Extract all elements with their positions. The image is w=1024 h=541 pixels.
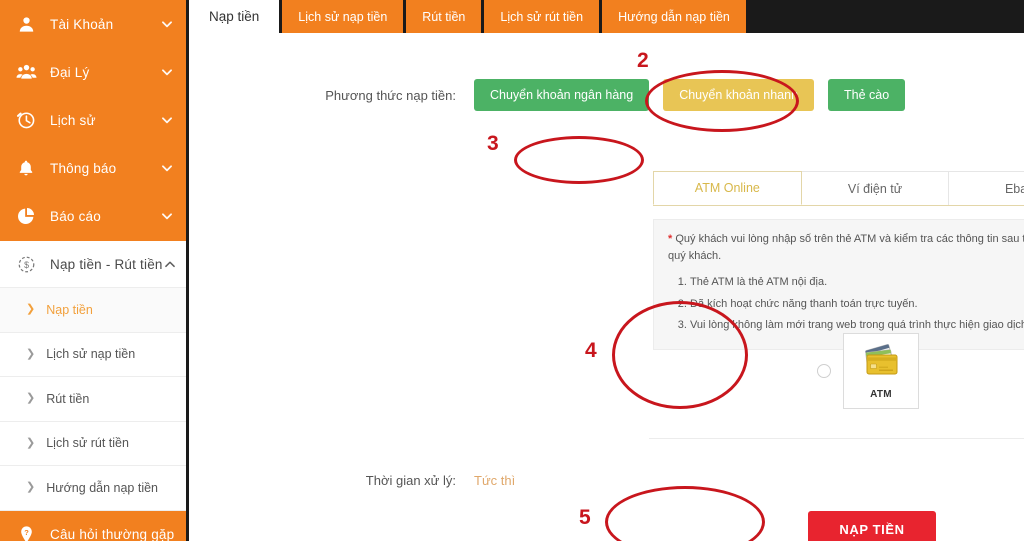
chevron-down-icon — [160, 209, 174, 223]
notice-headline-text: Quý khách vui lòng nhập số trên thẻ ATM … — [668, 233, 1024, 263]
annotation-number-5: 5 — [579, 506, 591, 529]
subtab-label: Ebank — [1004, 181, 1024, 196]
sidebar-item-dai-ly[interactable]: Đại Lý — [0, 48, 186, 96]
tab-label: Rút tiền — [422, 9, 466, 24]
chevron-down-icon — [160, 65, 174, 79]
atm-online-subtab[interactable]: ATM Online — [653, 171, 802, 205]
user-icon — [14, 12, 38, 36]
chevron-right-icon: ❯ — [26, 303, 36, 316]
clock-history-icon — [14, 108, 38, 132]
atm-radio-button[interactable] — [817, 364, 831, 378]
payment-method-label: Phương thức nạp tiền: — [325, 87, 456, 103]
annotation-number-3: 3 — [487, 132, 499, 155]
sidebar-item-thong-bao[interactable]: Thông báo — [0, 144, 186, 192]
sidebar-subitem-lich-su-nap-tien[interactable]: ❯ Lịch sử nạp tiền — [0, 332, 186, 377]
tab-huong-dan-nap-tien[interactable]: Hướng dẫn nạp tiền — [602, 0, 746, 33]
sidebar-item-nap-rut-tien[interactable]: $ Nạp tiền - Rút tiền — [0, 240, 186, 288]
chevron-right-icon: ❯ — [26, 392, 36, 405]
sidebar-subitem-label: Lịch sử nạp tiền — [46, 347, 136, 362]
sidebar-item-cau-hoi-thuong-gap[interactable]: ? Câu hỏi thường gặp — [0, 510, 186, 541]
subtab-label: Ví điện tử — [847, 181, 903, 196]
ebank-subtab[interactable]: Ebank — [948, 171, 1024, 205]
subtab-label: ATM Online — [694, 181, 760, 195]
page-root: Tài Khoản Đại Lý Lịch sử Thông báo Báo c… — [0, 0, 1024, 541]
vi-dien-tu-subtab[interactable]: Ví điện tử — [800, 171, 950, 205]
svg-text:?: ? — [24, 528, 29, 537]
sidebar-item-tai-khoan[interactable]: Tài Khoản — [0, 0, 186, 48]
sidebar-subitem-label: Rút tiền — [46, 391, 90, 406]
the-cao-button[interactable]: Thẻ cào — [828, 79, 906, 111]
tab-label: Lịch sử rút tiền — [500, 9, 584, 24]
sidebar-subitem-huong-dan-nap-tien[interactable]: ❯ Hướng dẫn nạp tiền — [0, 466, 186, 511]
payment-method-row: Phương thức nạp tiền: Chuyển khoản ngân … — [189, 79, 1024, 111]
processing-time-row: Thời gian xử lý: Tức thì — [189, 473, 1024, 488]
nap-tien-submit-button[interactable]: NẠP TIỀN — [808, 511, 936, 541]
main-panel: Nạp tiền Lịch sử nạp tiền Rút tiền Lịch … — [189, 0, 1024, 541]
annotation-ellipse-3 — [514, 136, 644, 184]
notice-headline: * Quý khách vui lòng nhập số trên thẻ AT… — [668, 231, 1024, 265]
sidebar-item-label: Báo cáo — [50, 208, 101, 224]
tab-label: Hướng dẫn nạp tiền — [618, 9, 730, 24]
channel-subtab-bar: ATM Online Ví điện tử Ebank — [653, 171, 1024, 206]
tab-rut-tien[interactable]: Rút tiền — [406, 0, 482, 33]
sidebar-subitem-nap-tien[interactable]: ❯ Nạp tiền — [0, 288, 186, 333]
sidebar-item-label: Đại Lý — [50, 64, 90, 80]
chevron-right-icon: ❯ — [26, 436, 36, 449]
annotation-ellipse-5 — [605, 486, 765, 541]
sidebar-subitem-label: Hướng dẫn nạp tiền — [46, 480, 158, 495]
chevron-down-icon — [160, 161, 174, 175]
sidebar-item-label: Lịch sử — [50, 112, 96, 128]
sidebar: Tài Khoản Đại Lý Lịch sử Thông báo Báo c… — [0, 0, 189, 541]
tab-lich-su-nap-tien[interactable]: Lịch sử nạp tiền — [282, 0, 404, 33]
sidebar-subitem-label: Lịch sử rút tiền — [46, 436, 129, 451]
section-divider — [649, 438, 1024, 439]
tab-nap-tien[interactable]: Nạp tiền — [189, 0, 280, 37]
chevron-up-icon — [163, 257, 177, 271]
notice-list-item: Thẻ ATM là thẻ ATM nội địa. — [690, 272, 1024, 293]
sidebar-item-label: Nạp tiền - Rút tiền — [50, 256, 163, 272]
notice-list: Thẻ ATM là thẻ ATM nội địa. Đã kích hoạt… — [690, 272, 1024, 336]
chevron-right-icon: ❯ — [26, 481, 36, 494]
sidebar-item-label: Thông báo — [50, 160, 117, 176]
chevron-down-icon — [160, 113, 174, 127]
sidebar-item-lich-su[interactable]: Lịch sử — [0, 96, 186, 144]
sidebar-subitem-lich-su-rut-tien[interactable]: ❯ Lịch sử rút tiền — [0, 421, 186, 466]
question-pin-icon: ? — [14, 523, 38, 541]
asterisk-marker: * — [668, 233, 673, 245]
atm-cards-icon — [857, 343, 905, 386]
chuyen-khoan-nhanh-button[interactable]: Chuyển khoản nhanh — [663, 79, 815, 111]
sidebar-item-bao-cao[interactable]: Báo cáo — [0, 192, 186, 240]
svg-text:$: $ — [24, 260, 29, 270]
users-group-icon — [14, 60, 38, 84]
tab-label: Lịch sử nạp tiền — [298, 9, 388, 24]
dollar-circle-icon: $ — [14, 252, 38, 276]
chuyen-khoan-ngan-hang-button[interactable]: Chuyển khoản ngân hàng — [474, 79, 650, 111]
processing-time-label: Thời gian xử lý: — [365, 473, 456, 488]
annotation-number-4: 4 — [585, 339, 597, 362]
chevron-right-icon: ❯ — [26, 347, 36, 360]
sidebar-item-label: Tài Khoản — [50, 16, 114, 32]
sidebar-subitem-label: Nạp tiền — [46, 302, 93, 317]
sidebar-subitem-rut-tien[interactable]: ❯ Rút tiền — [0, 377, 186, 422]
atm-card-caption: ATM — [870, 388, 892, 400]
notice-list-item: Đã kích hoạt chức năng thanh toán trực t… — [690, 294, 1024, 315]
atm-card-option[interactable]: ATM — [843, 333, 919, 409]
tab-lich-su-rut-tien[interactable]: Lịch sử rút tiền — [484, 0, 600, 33]
tab-label: Nạp tiền — [209, 9, 260, 24]
card-chooser: ATM — [653, 331, 1024, 411]
deposit-form: Phương thức nạp tiền: Chuyển khoản ngân … — [189, 33, 1024, 541]
bell-icon — [14, 156, 38, 180]
pie-chart-icon — [14, 204, 38, 228]
chevron-down-icon — [160, 17, 174, 31]
annotation-number-2: 2 — [637, 49, 649, 72]
sidebar-item-label: Câu hỏi thường gặp — [50, 527, 175, 541]
tab-bar: Nạp tiền Lịch sử nạp tiền Rút tiền Lịch … — [189, 0, 1024, 37]
processing-time-value: Tức thì — [474, 473, 516, 488]
